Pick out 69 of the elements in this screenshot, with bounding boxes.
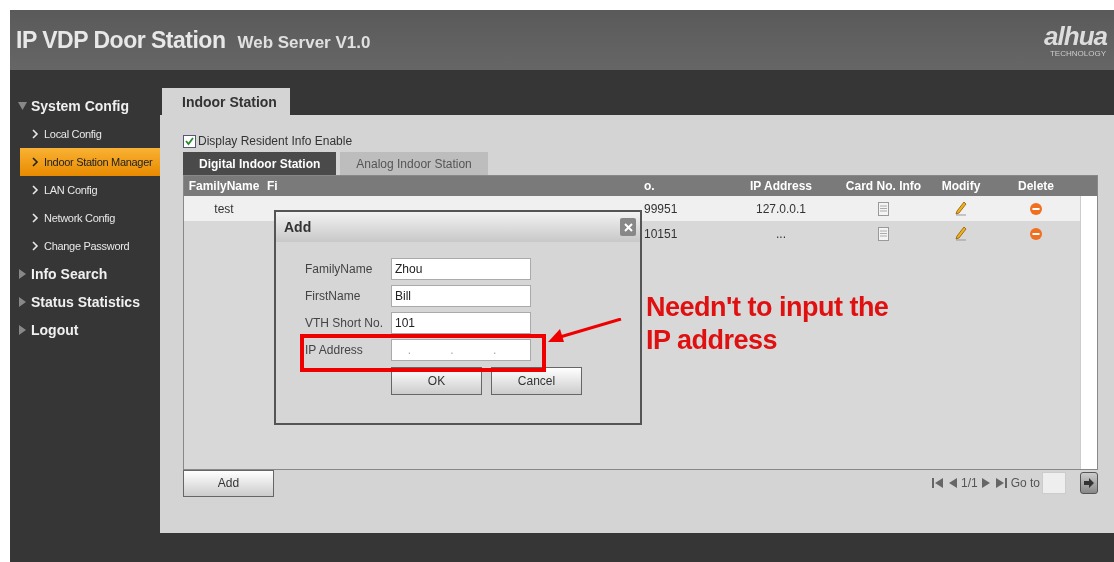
input-field[interactable]: Zhou <box>391 258 531 280</box>
column-header: IP Address <box>749 178 813 195</box>
column-header: Fi <box>266 178 279 195</box>
column-header: Modify <box>940 178 982 195</box>
tab[interactable]: Analog Indoor Station <box>340 152 488 175</box>
goto-label: Go to <box>1010 476 1040 490</box>
pencil-icon[interactable] <box>955 226 967 241</box>
scrollbar[interactable] <box>1080 196 1097 469</box>
input-field[interactable]: Bill <box>391 285 531 307</box>
chevron-icon <box>32 241 39 251</box>
field-label: VTH Short No. <box>305 316 385 330</box>
column-header: Card No. Info <box>844 178 923 195</box>
page-input[interactable] <box>1042 472 1066 494</box>
arrow-icon <box>1084 478 1094 488</box>
sidebar-group[interactable]: Logout <box>10 316 160 344</box>
next-page-icon[interactable] <box>981 478 991 488</box>
close-icon <box>623 222 633 232</box>
sidebar-item[interactable]: Change Password <box>20 232 160 260</box>
chevron-icon <box>32 213 39 223</box>
sidebar-item[interactable]: Local Config <box>20 120 160 148</box>
document-icon[interactable] <box>878 226 889 241</box>
app-title: IP VDP Door Station <box>16 26 226 54</box>
triangle-icon <box>18 325 27 335</box>
field-label: IP Address <box>305 343 364 357</box>
add-button[interactable]: Add <box>183 469 274 497</box>
logo-tagline: TECHNOLOGY <box>1050 48 1106 58</box>
page-tab[interactable]: Indoor Station <box>162 88 290 115</box>
app-subtitle: Web Server V1.0 <box>237 32 371 53</box>
table-cell-text: ... <box>775 225 787 243</box>
input-field[interactable]: 101 <box>391 312 531 334</box>
first-page-icon[interactable] <box>931 478 944 488</box>
column-header: Delete <box>1017 178 1055 195</box>
delete-icon[interactable] <box>1030 227 1042 240</box>
sidebar-item[interactable]: LAN Config <box>20 176 160 204</box>
sidebar-group[interactable]: System Config <box>10 92 160 120</box>
sidebar-item[interactable]: Indoor Station Manager <box>20 148 160 176</box>
pencil-icon[interactable] <box>955 201 967 216</box>
sidebar-group[interactable]: Status Statistics <box>10 288 160 316</box>
dialog-button[interactable]: Cancel <box>491 367 582 395</box>
check-icon <box>185 136 194 146</box>
field-label: FamilyName <box>305 262 374 276</box>
display-resident-checkbox[interactable]: Display Resident Info Enable <box>183 133 1098 149</box>
chevron-icon <box>32 157 39 167</box>
sidebar-group[interactable]: Info Search <box>10 260 160 288</box>
table-cell-text: test <box>213 200 235 218</box>
input-field[interactable]: . . . <box>391 339 531 361</box>
table-cell-text: 127.0.0.1 <box>754 200 807 218</box>
logo: alhua <box>1044 22 1108 49</box>
previous-page-icon[interactable] <box>947 478 957 488</box>
triangle-icon <box>18 269 27 279</box>
column-header: o. <box>643 178 656 195</box>
tab[interactable]: Digital Indoor Station <box>183 152 337 175</box>
document-icon[interactable] <box>878 201 889 216</box>
sidebar-item[interactable]: Network Config <box>20 204 160 232</box>
annotation-text: Needn't to input the IP address <box>646 291 890 357</box>
chevron-icon <box>32 185 39 195</box>
last-page-icon[interactable] <box>994 478 1007 488</box>
close-button[interactable] <box>620 218 636 236</box>
delete-icon[interactable] <box>1030 202 1042 215</box>
go-button[interactable] <box>1080 472 1098 494</box>
field-label: FirstName <box>305 289 362 303</box>
column-header: FamilyName <box>187 178 261 195</box>
chevron-icon <box>32 129 39 139</box>
table-cell-text: 10151 <box>643 225 679 243</box>
table-cell-text: 99951 <box>643 200 679 218</box>
triangle-icon <box>18 101 27 111</box>
triangle-icon <box>18 297 27 307</box>
dialog-title: Add <box>284 219 312 235</box>
page-indicator: 1/1 <box>960 476 978 490</box>
